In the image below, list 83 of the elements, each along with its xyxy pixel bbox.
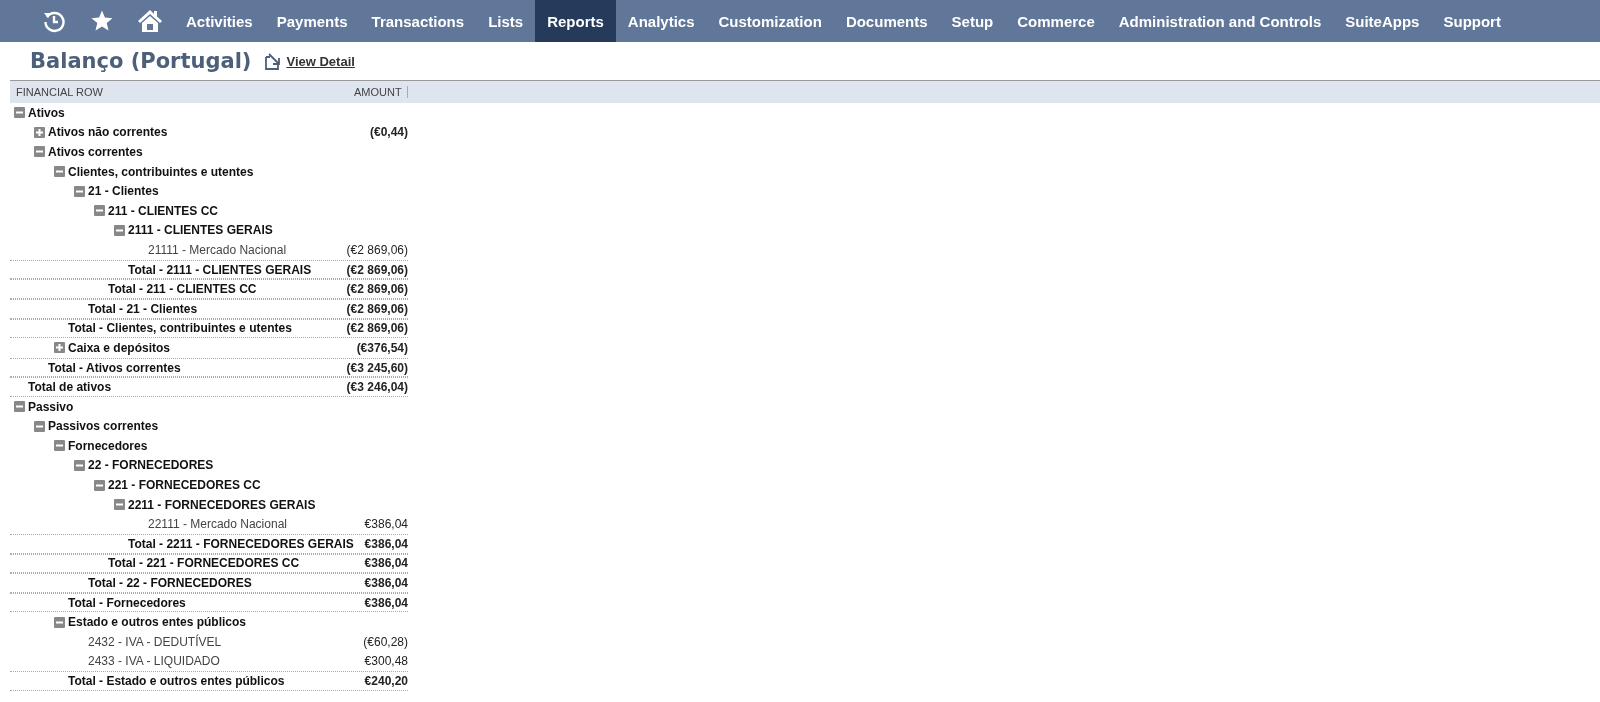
amount-value: €386,04 bbox=[363, 536, 408, 551]
section-label: Passivos correntes bbox=[48, 419, 159, 434]
amount-value: (€376,54) bbox=[355, 340, 408, 355]
nav-tab[interactable]: Commerce bbox=[1005, 0, 1107, 42]
nav-tab[interactable]: Support bbox=[1431, 0, 1513, 42]
total-label: Total - 221 - FORNECEDORES CC bbox=[108, 556, 300, 571]
total-label: Total - 22 - FORNECEDORES bbox=[88, 576, 252, 591]
nav-tab[interactable]: Customization bbox=[706, 0, 834, 42]
amount-value: €386,04 bbox=[363, 556, 408, 571]
section-label: Ativos correntes bbox=[48, 145, 143, 159]
account-label: 21111 - Mercado Nacional bbox=[148, 242, 287, 257]
section-label: Fornecedores bbox=[68, 438, 148, 453]
section-label: 2111 - CLIENTES GERAIS bbox=[128, 223, 273, 238]
total-label: Total - 2111 - CLIENTES GERAIS bbox=[128, 262, 312, 277]
amount-value: (€0,44) bbox=[368, 125, 408, 140]
section-label: 22 - FORNECEDORES bbox=[88, 458, 214, 473]
collapse-icon[interactable] bbox=[94, 205, 105, 217]
amount-value: (€60,28) bbox=[362, 634, 408, 649]
expand-icon[interactable] bbox=[34, 126, 45, 138]
account-label: 22111 - Mercado Nacional bbox=[148, 517, 287, 532]
total-label: Total - Estado e outros entes públicos bbox=[68, 674, 285, 688]
home-icon bbox=[137, 9, 163, 33]
section-label: Caixa e depósitos bbox=[68, 340, 171, 355]
amount-value: (€3 246,04) bbox=[345, 380, 408, 395]
total-label: Total de ativos bbox=[28, 380, 112, 395]
collapse-icon[interactable] bbox=[54, 616, 65, 628]
view-detail-link[interactable]: View Detail bbox=[265, 52, 355, 70]
account-label: 2432 - IVA - DEDUTÍVEL bbox=[88, 634, 222, 649]
section-label: Ativos não correntes bbox=[48, 125, 168, 140]
nav-tab[interactable]: Payments bbox=[264, 0, 360, 42]
amount-value: €386,04 bbox=[363, 517, 408, 532]
collapse-icon[interactable] bbox=[34, 420, 45, 432]
amount-value: €240,20 bbox=[363, 674, 408, 688]
history-icon bbox=[42, 9, 66, 33]
nav-tab[interactable]: Reports bbox=[535, 0, 616, 42]
nav-tab[interactable]: Transactions bbox=[359, 0, 477, 42]
section-label: 21 - Clientes bbox=[88, 184, 159, 199]
star-icon bbox=[90, 9, 114, 33]
nav-tab[interactable]: SuiteApps bbox=[1333, 0, 1432, 42]
section-label: Ativos bbox=[28, 105, 65, 120]
amount-value: (€2 869,06) bbox=[345, 301, 408, 316]
external-link-icon bbox=[265, 52, 283, 70]
column-header: FINANCIAL ROW bbox=[16, 86, 103, 98]
section-label: 211 - CLIENTES CC bbox=[108, 203, 219, 218]
section-label: Clientes, contribuintes e utentes bbox=[68, 164, 254, 179]
nav-tab[interactable]: Documents bbox=[833, 0, 940, 42]
collapse-icon[interactable] bbox=[74, 185, 85, 197]
nav-tab[interactable]: Administration and Controls bbox=[1106, 0, 1334, 42]
amount-value: (€2 869,06) bbox=[345, 262, 408, 277]
collapse-icon[interactable] bbox=[114, 224, 125, 236]
collapse-icon[interactable] bbox=[14, 107, 25, 119]
total-label: Total - 21 - Clientes bbox=[88, 301, 198, 316]
total-label: Total - Ativos correntes bbox=[48, 360, 181, 375]
amount-value: €386,04 bbox=[363, 576, 408, 591]
column-header: AMOUNT bbox=[354, 86, 402, 98]
nav-tab[interactable]: Activities bbox=[174, 0, 265, 42]
collapse-icon[interactable] bbox=[74, 460, 85, 471]
total-label: Total - 211 - CLIENTES CC bbox=[108, 282, 257, 297]
nav-tab[interactable]: Setup bbox=[939, 0, 1006, 42]
amount-value: (€3 245,60) bbox=[345, 360, 408, 375]
collapse-icon[interactable] bbox=[94, 479, 105, 491]
account-label: 2433 - IVA - LIQUIDADO bbox=[88, 654, 220, 669]
nav-tab[interactable]: Analytics bbox=[615, 0, 707, 42]
section-label: Estado e outros entes públicos bbox=[68, 615, 247, 630]
collapse-icon[interactable] bbox=[54, 166, 65, 178]
total-label: Total - 2211 - FORNECEDORES GERAIS bbox=[128, 536, 354, 551]
section-label: Passivo bbox=[28, 399, 74, 414]
amount-value: (€2 869,06) bbox=[345, 242, 408, 257]
page-title: Balanço (Portugal) bbox=[30, 49, 252, 73]
nav-tab[interactable]: Lists bbox=[476, 0, 536, 42]
expand-icon[interactable] bbox=[54, 342, 65, 354]
total-label: Total - Clientes, contribuintes e utentes bbox=[68, 321, 292, 336]
amount-value: (€2 869,06) bbox=[345, 321, 408, 336]
collapse-icon[interactable] bbox=[114, 499, 125, 511]
total-label: Total - Fornecedores bbox=[68, 595, 186, 610]
collapse-icon[interactable] bbox=[54, 440, 65, 452]
collapse-icon[interactable] bbox=[14, 401, 25, 413]
collapse-icon[interactable] bbox=[34, 146, 45, 158]
section-label: 221 - FORNECEDORES CC bbox=[108, 478, 261, 493]
section-label: 2211 - FORNECEDORES GERAIS bbox=[128, 497, 316, 512]
amount-value: (€2 869,06) bbox=[345, 282, 408, 297]
amount-value: €300,48 bbox=[363, 654, 408, 669]
amount-value: €386,04 bbox=[363, 595, 408, 610]
